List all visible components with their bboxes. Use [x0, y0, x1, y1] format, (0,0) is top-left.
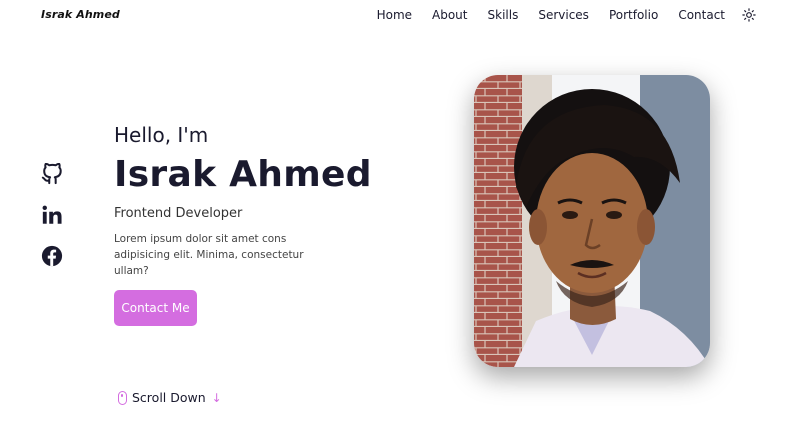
nav-home[interactable]: Home [377, 8, 412, 22]
hero-greeting: Hello, I'm [114, 123, 209, 147]
facebook-icon[interactable] [41, 245, 63, 267]
nav-portfolio[interactable]: Portfolio [609, 8, 658, 22]
sun-icon[interactable] [742, 8, 756, 22]
nav-services[interactable]: Services [538, 8, 589, 22]
arrow-down-icon: ↓ [211, 390, 222, 405]
hero-name: Israk Ahmed [114, 154, 372, 195]
linkedin-icon[interactable] [41, 204, 63, 226]
scroll-down-link[interactable]: Scroll Down ↓ [118, 390, 222, 405]
github-icon[interactable] [41, 162, 63, 185]
mouse-icon [118, 390, 127, 405]
scroll-down-label: Scroll Down [132, 390, 206, 405]
contact-me-button[interactable]: Contact Me [114, 290, 197, 326]
profile-photo [474, 75, 710, 367]
nav-skills[interactable]: Skills [488, 8, 519, 22]
site-logo[interactable]: Israk Ahmed [41, 8, 120, 21]
main-nav: Home About Skills Services Portfolio Con… [357, 8, 756, 22]
nav-about[interactable]: About [432, 8, 467, 22]
hero-role: Frontend Developer [114, 206, 243, 221]
nav-contact[interactable]: Contact [678, 8, 725, 22]
hero-description: Lorem ipsum dolor sit amet cons adipisic… [114, 233, 304, 277]
